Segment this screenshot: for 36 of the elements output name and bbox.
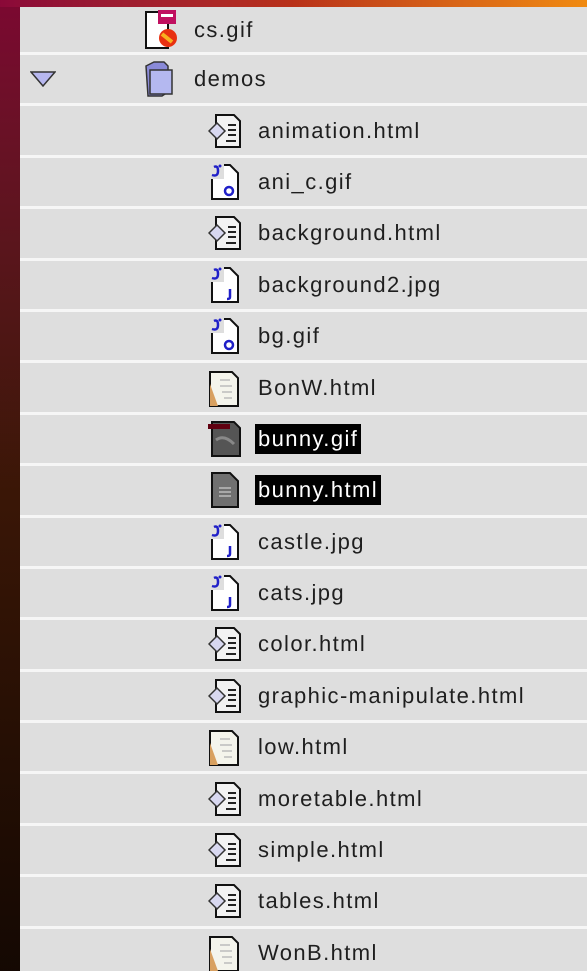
file-name[interactable]: background2.jpg — [255, 270, 445, 300]
document-icon — [208, 727, 242, 768]
document-icon — [144, 10, 178, 50]
file-name[interactable]: WonB.html — [255, 938, 381, 968]
file-name[interactable]: color.html — [255, 629, 370, 660]
file-name[interactable]: graphic-manipulate.html — [255, 680, 528, 711]
document-icon — [208, 215, 242, 252]
file-name[interactable]: tables.html — [255, 886, 383, 916]
document-icon — [210, 317, 240, 356]
file-name[interactable]: demos — [191, 64, 270, 94]
document-icon — [210, 574, 240, 612]
document-icon — [208, 832, 242, 868]
file-name[interactable]: ani_c.gif — [255, 166, 356, 197]
file-name[interactable]: simple.html — [255, 835, 388, 866]
disclosure-triangle-icon[interactable] — [30, 71, 56, 88]
file-name[interactable]: animation.html — [255, 116, 424, 146]
file-name[interactable]: bg.gif — [255, 321, 324, 352]
document-icon — [210, 471, 240, 510]
file-name[interactable]: BonW.html — [255, 372, 380, 403]
file-name[interactable]: low.html — [255, 732, 352, 762]
file-name[interactable]: bunny.gif — [255, 424, 362, 454]
document-icon — [210, 522, 240, 561]
file-name[interactable]: moretable.html — [255, 784, 426, 814]
document-icon — [208, 678, 242, 714]
file-name[interactable]: cats.jpg — [255, 578, 348, 608]
document-icon — [208, 780, 242, 817]
image-icon — [208, 420, 242, 458]
document-icon — [208, 626, 242, 662]
file-name[interactable]: castle.jpg — [255, 526, 368, 557]
file-name[interactable]: cs.gif — [191, 14, 257, 44]
document-icon — [210, 162, 240, 201]
document-icon — [208, 112, 242, 149]
file-name[interactable]: bunny.html — [255, 475, 381, 506]
file-name[interactable]: background.html — [255, 218, 445, 248]
document-icon — [208, 883, 242, 920]
document-icon — [210, 266, 240, 304]
